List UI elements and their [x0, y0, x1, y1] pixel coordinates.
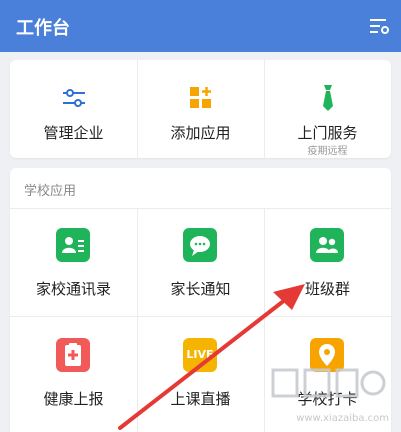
onsite-service-sublabel: 疫期远程 — [307, 146, 348, 157]
contacts-app[interactable]: 家校通讯录 — [10, 208, 137, 316]
page-title: 工作台 — [16, 18, 70, 39]
class-group-label: 班级群 — [304, 280, 350, 298]
group-icon — [310, 228, 344, 262]
watermark-logo — [271, 368, 386, 398]
sliders-icon — [63, 89, 85, 107]
live-class-app[interactable]: LIVE 上课直播 — [137, 316, 264, 432]
contacts-icon — [56, 228, 90, 262]
manage-enterprise-button[interactable]: 管理企业 — [10, 60, 137, 158]
live-icon: LIVE — [183, 338, 217, 372]
health-report-app[interactable]: 健康上报 — [10, 316, 137, 432]
live-class-label: 上课直播 — [170, 390, 231, 408]
parent-notice-label: 家长通知 — [170, 280, 231, 298]
chat-bubble-icon — [183, 228, 217, 262]
filter-settings-icon[interactable] — [367, 14, 391, 38]
live-badge-text: LIVE — [186, 348, 214, 361]
watermark-text: www.xiazaiba.com — [296, 413, 389, 424]
add-app-label: 添加应用 — [170, 124, 231, 142]
onsite-service-label: 上门服务 — [297, 124, 358, 142]
watermark: www.xiazaiba.com — [269, 364, 389, 424]
top-bar: 工作台 — [0, 0, 401, 52]
quick-actions-card: 管理企业 添加应用 上门服务 疫期远程 — [10, 60, 391, 158]
add-app-icon — [190, 87, 211, 108]
medical-clipboard-icon — [56, 338, 90, 372]
tie-icon — [323, 85, 333, 111]
manage-enterprise-label: 管理企业 — [43, 124, 104, 142]
section-title: 学校应用 — [24, 184, 77, 199]
parent-notice-app[interactable]: 家长通知 — [137, 208, 264, 316]
add-app-button[interactable]: 添加应用 — [137, 60, 264, 158]
onsite-service-button[interactable]: 上门服务 疫期远程 — [264, 60, 391, 158]
class-group-app[interactable]: 班级群 — [264, 208, 391, 316]
contacts-label: 家校通讯录 — [35, 280, 111, 298]
health-report-label: 健康上报 — [43, 390, 104, 408]
